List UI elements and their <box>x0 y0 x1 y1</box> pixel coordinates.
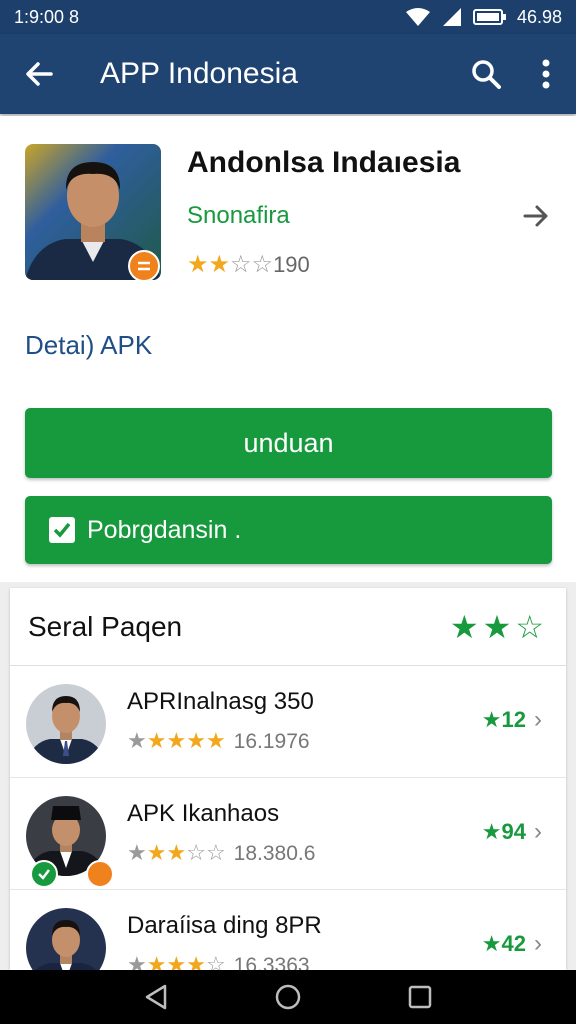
chevron-right-icon: › <box>534 706 542 733</box>
star-empty-icon: ☆ <box>186 840 206 865</box>
star-filled-icon: ★ <box>208 251 231 278</box>
arrow-right-icon <box>523 205 548 227</box>
star-filled-icon: ★ <box>146 840 167 865</box>
app-name: Andonlsa Indaıesia <box>187 146 461 179</box>
list-item-stars: ★★★★☆ <box>127 952 234 971</box>
list-header: Seral Paqen ★ ★ ☆ <box>10 588 566 666</box>
download-label: unduan <box>243 427 334 458</box>
star-empty-icon: ☆ <box>251 251 274 278</box>
star-filled-icon: ★ <box>205 728 226 753</box>
list-item-meta: 16.3363 <box>233 954 310 970</box>
verified-badge-icon <box>30 860 58 888</box>
star-filled-icon: ★ <box>187 251 209 278</box>
app-bar-title: APP Indonesia <box>100 57 298 90</box>
star-empty-icon: ★ <box>127 728 147 753</box>
app-rating: ★★☆☆ 190 <box>187 252 310 278</box>
app-bar: APP Indonesia <box>0 34 576 114</box>
check-button[interactable]: Pobrgdansin . <box>25 496 552 564</box>
star-filled-icon: ★ <box>186 728 206 753</box>
list-item-rating: ★★★★☆ 16.3363 <box>127 952 310 971</box>
chevron-right-icon: › <box>534 930 542 957</box>
status-time: 1:9:00 8 <box>14 6 80 27</box>
star-filled-icon: ★ <box>146 952 167 971</box>
navigation-bar <box>0 970 576 1024</box>
app-list-card: Seral Paqen ★ ★ ☆ APRInalnasg 350 ★★★★★ 16… <box>10 588 566 970</box>
list-item-stars: ★★★☆☆ <box>127 842 234 866</box>
list-item[interactable]: APRInalnasg 350 ★★★★★ 16.1976 ★12 › <box>10 666 566 778</box>
list-item-meta: 18.380.6 <box>233 842 316 865</box>
list-header-stars: ★ ★ ☆ <box>450 608 566 646</box>
app-badge-icon <box>128 250 160 282</box>
wifi-icon <box>405 8 430 26</box>
star-filled-icon: ★ <box>166 952 187 971</box>
list-item-name: APK Ikanhaos <box>127 800 280 827</box>
download-button[interactable]: unduan <box>25 408 552 478</box>
star-empty-icon: ☆ <box>205 952 226 971</box>
star-outline-icon: ☆ <box>515 608 544 645</box>
list-item-meta: 16.1976 <box>233 730 310 753</box>
search-icon <box>472 60 501 89</box>
list-item-rating: ★★★☆☆ 18.380.6 <box>127 842 315 866</box>
rating-stars: ★★☆☆ <box>187 252 273 278</box>
star-filled-icon: ★ <box>482 608 512 645</box>
battery-icon <box>472 9 506 25</box>
star-filled-icon: ★ <box>146 728 167 753</box>
developer-arrow-button[interactable] <box>518 198 554 234</box>
more-vert-icon <box>542 59 550 89</box>
developer-link[interactable]: Snonafira <box>187 202 290 230</box>
list-item-rating: ★★★★★ 16.1976 <box>127 730 310 754</box>
check-icon <box>49 517 75 543</box>
nav-home-icon[interactable] <box>274 983 302 1011</box>
chevron-right-icon: › <box>534 818 542 845</box>
list-item-stars: ★★★★★ <box>127 730 234 754</box>
status-bar: 1:9:00 8 46.98 <box>0 0 576 34</box>
star-empty-icon: ☆ <box>230 251 252 278</box>
list-item-score: ★12 › <box>482 706 542 734</box>
app-header-card: Andonlsa Indaıesia Snonafira ★★☆☆ 190 De… <box>0 116 576 582</box>
search-button[interactable] <box>456 34 516 114</box>
rating-count: 190 <box>273 252 310 277</box>
signal-icon <box>442 8 461 26</box>
battery-text: 46.98 <box>516 6 562 27</box>
back-arrow-icon <box>26 62 53 86</box>
nav-recents-icon[interactable] <box>407 984 433 1010</box>
detail-apk-link[interactable]: Detai) APK <box>25 330 152 361</box>
more-options-button[interactable] <box>516 34 576 114</box>
list-item-score: ★42 › <box>482 930 542 958</box>
list-item-name: APRInalnasg 350 <box>127 688 314 715</box>
star-filled-icon: ★ <box>449 608 479 645</box>
star-filled-icon: ★ <box>166 728 187 753</box>
check-label: Pobrgdansin . <box>87 515 242 544</box>
star-filled-icon: ★ <box>166 840 187 865</box>
list-item[interactable]: APK Ikanhaos ★★★☆☆ 18.380.6 ★94 › <box>10 778 566 890</box>
list-item-score-value: ★42 <box>481 931 526 956</box>
avatar <box>26 908 106 970</box>
list-item-name: Daraíisa ding 8PR <box>127 912 322 939</box>
star-empty-icon: ★ <box>127 840 147 865</box>
nav-back-icon[interactable] <box>143 983 169 1011</box>
star-empty-icon: ☆ <box>205 840 226 865</box>
avatar <box>26 684 106 764</box>
list-item-score: ★94 › <box>482 818 542 846</box>
star-empty-icon: ★ <box>127 952 147 971</box>
list-title: Seral Paqen <box>28 610 183 642</box>
status-badge-icon <box>86 860 114 888</box>
list-item-score-value: ★94 <box>481 819 526 844</box>
back-button[interactable] <box>0 34 78 114</box>
list-item[interactable]: Daraíisa ding 8PR ★★★★☆ 16.3363 ★42 › <box>10 890 566 970</box>
list-item-score-value: ★12 <box>481 707 526 732</box>
star-filled-icon: ★ <box>186 952 206 971</box>
